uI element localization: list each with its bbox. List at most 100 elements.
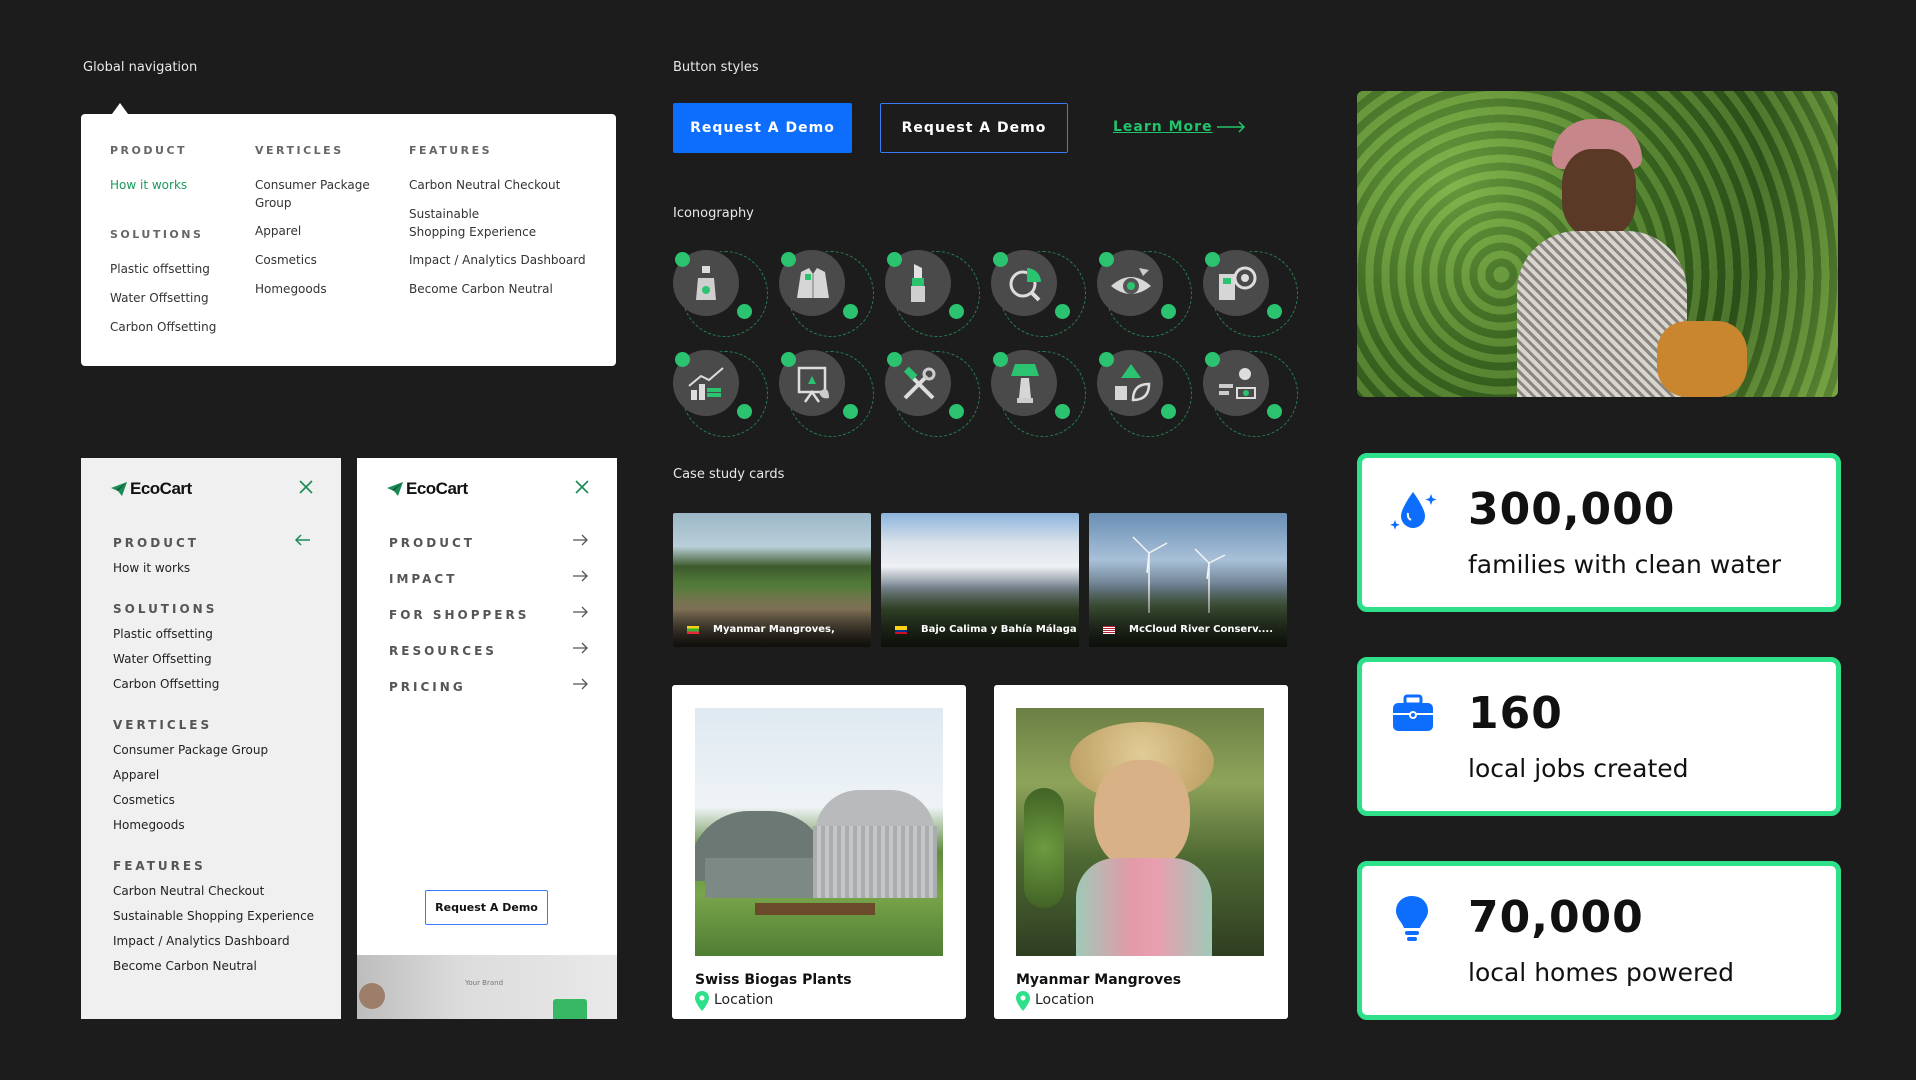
mobile-link-cosmetics[interactable]: Cosmetics [113, 793, 175, 807]
mobile-link-carbon-offsetting[interactable]: Carbon Offsetting [113, 677, 219, 691]
logo-text: EcoCart [406, 479, 468, 498]
us-flag-icon [1103, 626, 1115, 634]
mangroves-photo [1016, 708, 1264, 956]
section-label-case-study-cards: Case study cards [673, 467, 785, 482]
dropdown-caret [112, 103, 128, 114]
mega-link-become-carbon-neutral[interactable]: Become Carbon Neutral [409, 280, 553, 298]
stat-value: 300,000 [1468, 484, 1676, 535]
stat-value: 70,000 [1468, 892, 1644, 943]
arrow-right-icon[interactable] [572, 606, 588, 618]
mobile-menu-for-shoppers[interactable]: FOR SHOPPERS [389, 608, 529, 622]
mobile-menu-impact[interactable]: IMPACT [389, 572, 457, 586]
chart-search-icon [991, 250, 1091, 340]
mobile-link-how-it-works[interactable]: How it works [113, 561, 190, 575]
stat-label: families with clean water [1468, 550, 1782, 579]
arrow-right-icon[interactable] [572, 678, 588, 690]
mobile-nav-expanded: EcoCart PRODUCT How it works SOLUTIONS P… [81, 458, 341, 1019]
lipstick-icon [885, 250, 985, 340]
section-label-global-navigation: Global navigation [83, 60, 198, 75]
mega-link-carbon-neutral-checkout[interactable]: Carbon Neutral Checkout [409, 176, 560, 194]
section-label-button-styles: Button styles [673, 60, 759, 75]
project-card-location: Location [714, 992, 774, 1008]
logo-text: EcoCart [130, 479, 192, 498]
preview-brand-text: Your Brand [465, 979, 504, 987]
location-pin-icon [1016, 991, 1030, 1011]
mobile-link-homegoods[interactable]: Homegoods [113, 818, 185, 832]
mobile-request-demo-button[interactable]: Request A Demo [425, 890, 548, 925]
mega-link-sustainable-shopping[interactable]: Sustainable Shopping Experience [409, 205, 539, 241]
arrow-right-icon[interactable] [572, 534, 588, 546]
paper-plane-icon [111, 482, 127, 496]
stat-card-jobs: 160 local jobs created [1357, 657, 1841, 816]
colombia-flag-icon [895, 626, 907, 634]
mobile-heading-verticles: VERTICLES [113, 718, 213, 732]
mega-link-water-offsetting[interactable]: Water Offsetting [110, 289, 209, 307]
case-card-caption: McCloud River Conserv.... [1129, 624, 1274, 635]
mobile-nav-collapsed: EcoCart PRODUCT IMPACT FOR SHOPPERS RESO… [357, 458, 617, 1019]
briefcase-icon [1393, 694, 1433, 731]
case-card-caption: Bajo Calima y Bahía Málaga [921, 624, 1077, 635]
mega-link-cosmetics[interactable]: Cosmetics [255, 251, 317, 269]
mega-heading-features: FEATURES [409, 144, 493, 157]
arrow-right-icon[interactable] [572, 642, 588, 654]
people-stats-icon [1203, 350, 1303, 440]
mobile-heading-solutions: SOLUTIONS [113, 602, 218, 616]
preview-green-item [553, 999, 587, 1019]
mobile-menu-resources[interactable]: RESOURCES [389, 644, 497, 658]
close-icon[interactable] [299, 480, 313, 494]
mega-link-how-it-works[interactable]: How it works [110, 176, 187, 194]
woman-in-plants-photo [1357, 91, 1838, 397]
mobile-heading-product[interactable]: PRODUCT [113, 536, 199, 550]
mobile-link-consumer-package-group[interactable]: Consumer Package Group [113, 743, 268, 757]
mobile-link-impact-dashboard[interactable]: Impact / Analytics Dashboard [113, 934, 290, 948]
project-card-title: Myanmar Mangroves [1016, 972, 1182, 988]
request-demo-outline-button[interactable]: Request A Demo [880, 103, 1068, 153]
mega-link-carbon-offsetting[interactable]: Carbon Offsetting [110, 318, 216, 336]
mega-link-consumer-package-group[interactable]: Consumer Package Group [255, 176, 375, 212]
mega-heading-solutions: SOLUTIONS [110, 228, 204, 241]
project-card-myanmar-mangroves[interactable]: Myanmar Mangroves Location [994, 685, 1288, 1019]
growth-chart-icon [673, 350, 773, 440]
arrow-right-icon [1217, 121, 1246, 133]
mega-link-apparel[interactable]: Apparel [255, 222, 301, 240]
section-label-iconography: Iconography [673, 206, 754, 221]
mobile-menu-pricing[interactable]: PRICING [389, 680, 466, 694]
mobile-link-become-carbon-neutral[interactable]: Become Carbon Neutral [113, 959, 257, 973]
mobile-heading-features: FEATURES [113, 859, 206, 873]
stat-label: local homes powered [1468, 958, 1735, 987]
close-icon[interactable] [575, 480, 589, 494]
arrow-right-icon[interactable] [572, 570, 588, 582]
project-card-location: Location [1035, 992, 1095, 1008]
learn-more-link[interactable]: Learn More [1113, 119, 1213, 135]
page-preview: Your Brand [357, 955, 617, 1019]
mega-menu: PRODUCT How it works SOLUTIONS Plastic o… [81, 114, 616, 366]
ecocart-logo[interactable]: EcoCart [387, 479, 468, 499]
mega-link-plastic-offsetting[interactable]: Plastic offsetting [110, 260, 210, 278]
mega-heading-verticles: VERTICLES [255, 144, 344, 157]
ecocart-logo[interactable]: EcoCart [111, 479, 192, 499]
mobile-menu-product[interactable]: PRODUCT [389, 536, 475, 550]
mobile-link-plastic-offsetting[interactable]: Plastic offsetting [113, 627, 213, 641]
arrow-left-icon[interactable] [295, 534, 311, 546]
case-card-mccloud[interactable]: McCloud River Conserv.... [1089, 513, 1287, 647]
stat-value: 160 [1468, 688, 1563, 739]
mobile-link-carbon-neutral-checkout[interactable]: Carbon Neutral Checkout [113, 884, 264, 898]
case-card-myanmar[interactable]: Myanmar Mangroves, [673, 513, 871, 647]
request-demo-primary-button[interactable]: Request A Demo [673, 103, 852, 153]
case-card-colombia[interactable]: Bajo Calima y Bahía Málaga [881, 513, 1079, 647]
case-card-caption: Myanmar Mangroves, [713, 624, 835, 635]
paper-plane-icon [387, 482, 403, 496]
mobile-link-sustainable-shopping[interactable]: Sustainable Shopping Experience [113, 909, 314, 923]
mega-link-homegoods[interactable]: Homegoods [255, 280, 327, 298]
project-card-title: Swiss Biogas Plants [695, 972, 852, 988]
project-card-swiss-biogas[interactable]: Swiss Biogas Plants Location [672, 685, 966, 1019]
mega-link-impact-dashboard[interactable]: Impact / Analytics Dashboard [409, 251, 586, 269]
lightbulb-icon [1396, 896, 1428, 941]
mobile-link-water-offsetting[interactable]: Water Offsetting [113, 652, 212, 666]
preview-avatar [359, 983, 385, 1009]
recycle-machine-icon [1203, 250, 1303, 340]
spray-bottle-icon [673, 250, 773, 340]
water-drop-icon [1390, 492, 1437, 530]
icon-grid [673, 250, 1298, 437]
mobile-link-apparel[interactable]: Apparel [113, 768, 159, 782]
